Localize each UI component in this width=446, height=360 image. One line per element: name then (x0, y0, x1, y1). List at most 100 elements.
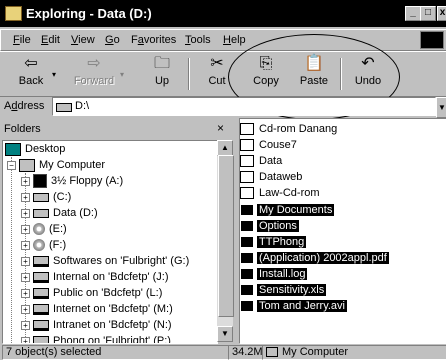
folder-icon (240, 123, 254, 136)
undo-button[interactable]: ↶ Undo (350, 54, 386, 94)
status-location: My Computer (262, 345, 446, 360)
menu-go[interactable]: Go (105, 34, 120, 46)
text-file-icon (240, 268, 254, 281)
up-button[interactable]: 🗀 Up (144, 54, 180, 94)
expand-icon[interactable]: + (21, 241, 30, 250)
collapse-icon[interactable]: − (7, 161, 16, 170)
list-item[interactable]: Law-Cd-rom (240, 185, 322, 201)
title-bar[interactable]: Exploring - Data (D:) _ □ x (0, 0, 446, 27)
list-item[interactable]: Cd-rom Danang (240, 121, 339, 137)
cd-drive-icon (33, 223, 45, 236)
toolbar-separator (188, 58, 190, 90)
up-folder-icon: 🗀 (153, 55, 170, 72)
status-size: 34.2MB (228, 345, 263, 360)
tree-item-drive-d[interactable]: Data (D:) (33, 205, 98, 221)
windows-logo-icon (420, 31, 444, 49)
scroll-down-button[interactable]: ▼ (217, 326, 233, 342)
cut-button[interactable]: ✂ Cut (200, 54, 234, 94)
tree-item-drive-f[interactable]: (F:) (33, 237, 66, 253)
back-arrow-icon: ⇦ (24, 55, 38, 72)
expand-icon[interactable]: + (21, 273, 30, 282)
expand-icon[interactable]: + (21, 257, 30, 266)
undo-icon: ↶ (361, 55, 375, 72)
paste-button[interactable]: 📋 Paste (295, 54, 333, 94)
list-item[interactable]: Dataweb (240, 169, 304, 185)
list-item[interactable]: TTPhong (240, 234, 307, 250)
menu-edit[interactable]: Edit (41, 34, 60, 46)
copy-button[interactable]: ⎘ Copy (248, 54, 284, 94)
folder-icon (240, 139, 254, 152)
list-item[interactable]: Sensitivity.xls (240, 282, 327, 298)
folder-icon (240, 204, 254, 217)
list-item[interactable]: Options (240, 218, 299, 234)
folder-icon (240, 187, 254, 200)
menu-file[interactable]: File (13, 34, 31, 46)
cd-drive-icon (33, 239, 45, 252)
list-item[interactable]: Install.log (240, 266, 308, 282)
expand-icon[interactable]: + (21, 289, 30, 298)
toolbar: ⇦ Back ▾ ⇨ Forward ▾ 🗀 Up ✂ Cut ⎘ Copy 📋… (0, 51, 446, 97)
menu-bar: File Edit View Go Favorites Tools Help (0, 29, 446, 51)
network-drive-icon (33, 255, 49, 267)
list-item[interactable]: Data (240, 153, 284, 169)
network-drive-icon (33, 303, 49, 315)
forward-arrow-icon: ⇨ (87, 55, 101, 72)
paste-icon: 📋 (304, 55, 324, 72)
maximize-button[interactable]: □ (420, 6, 436, 21)
tree-item-floppy[interactable]: 3½ Floppy (A:) (33, 173, 123, 189)
menu-help[interactable]: Help (223, 34, 246, 46)
close-button[interactable]: x (437, 6, 446, 21)
list-item[interactable]: (Application) 2002appl.pdf (240, 250, 389, 266)
expand-icon[interactable]: + (21, 225, 30, 234)
menu-tools[interactable]: Tools (185, 34, 211, 46)
tree-item-drive-g[interactable]: Softwares on 'Fulbright' (G:) (33, 253, 189, 269)
scroll-thumb[interactable] (218, 155, 234, 317)
list-item[interactable]: Tom and Jerry.avi (240, 298, 347, 314)
computer-icon (266, 347, 278, 358)
back-dropdown-icon[interactable]: ▾ (52, 70, 56, 79)
tree-item-my-computer[interactable]: My Computer (19, 157, 105, 173)
hard-drive-icon (33, 208, 49, 218)
address-field[interactable]: D:\ (52, 97, 436, 116)
toolbar-separator (340, 58, 342, 90)
tree-line (11, 157, 12, 343)
folder-icon (240, 155, 254, 168)
folder-icon (240, 236, 254, 249)
explorer-folder-icon (5, 6, 22, 21)
list-item[interactable]: Couse7 (240, 137, 299, 153)
network-drive-icon (33, 319, 49, 331)
tree-item-drive-e[interactable]: (E:) (33, 221, 67, 237)
menu-favorites[interactable]: Favorites (131, 34, 176, 46)
menu-view[interactable]: View (71, 34, 95, 46)
folders-header: Folders (4, 123, 41, 135)
file-list[interactable]: Cd-rom Danang Couse7 Data Dataweb Law-Cd… (239, 118, 446, 344)
excel-file-icon (240, 284, 254, 297)
folder-icon (240, 171, 254, 184)
expand-icon[interactable]: + (21, 209, 30, 218)
status-selection: 7 object(s) selected (2, 345, 229, 360)
forward-button[interactable]: ⇨ Forward (70, 54, 118, 94)
tree-item-drive-c[interactable]: (C:) (33, 189, 71, 205)
scroll-up-button[interactable]: ▲ (217, 140, 233, 156)
folders-close-button[interactable]: × (217, 121, 224, 135)
minimize-button[interactable]: _ (405, 6, 421, 21)
scissors-icon: ✂ (210, 55, 224, 72)
tree-item-drive-l[interactable]: Public on 'Bdcfetp' (L:) (33, 285, 162, 301)
network-drive-icon (33, 271, 49, 283)
tree-item-drive-m[interactable]: Internet on 'Bdcfetp' (M:) (33, 301, 173, 317)
back-button[interactable]: ⇦ Back (14, 54, 48, 94)
desktop-icon (5, 142, 21, 156)
expand-icon[interactable]: + (21, 321, 30, 330)
expand-icon[interactable]: + (21, 193, 30, 202)
expand-icon[interactable]: + (21, 177, 30, 186)
expand-icon[interactable]: + (21, 305, 30, 314)
forward-dropdown-icon[interactable]: ▾ (120, 70, 124, 79)
tree-item-drive-j[interactable]: Internal on 'Bdcfetp' (J:) (33, 269, 168, 285)
copy-icon: ⎘ (259, 55, 273, 72)
tree-item-drive-n[interactable]: Intranet on 'Bdcfetp' (N:) (33, 317, 172, 333)
list-item[interactable]: My Documents (240, 202, 335, 218)
tree-item-desktop[interactable]: Desktop (5, 141, 65, 157)
video-file-icon (240, 300, 254, 313)
address-dropdown-button[interactable]: ▼ (436, 97, 446, 118)
folder-tree[interactable]: Desktop − My Computer + 3½ Floppy (A:) +… (2, 140, 218, 344)
